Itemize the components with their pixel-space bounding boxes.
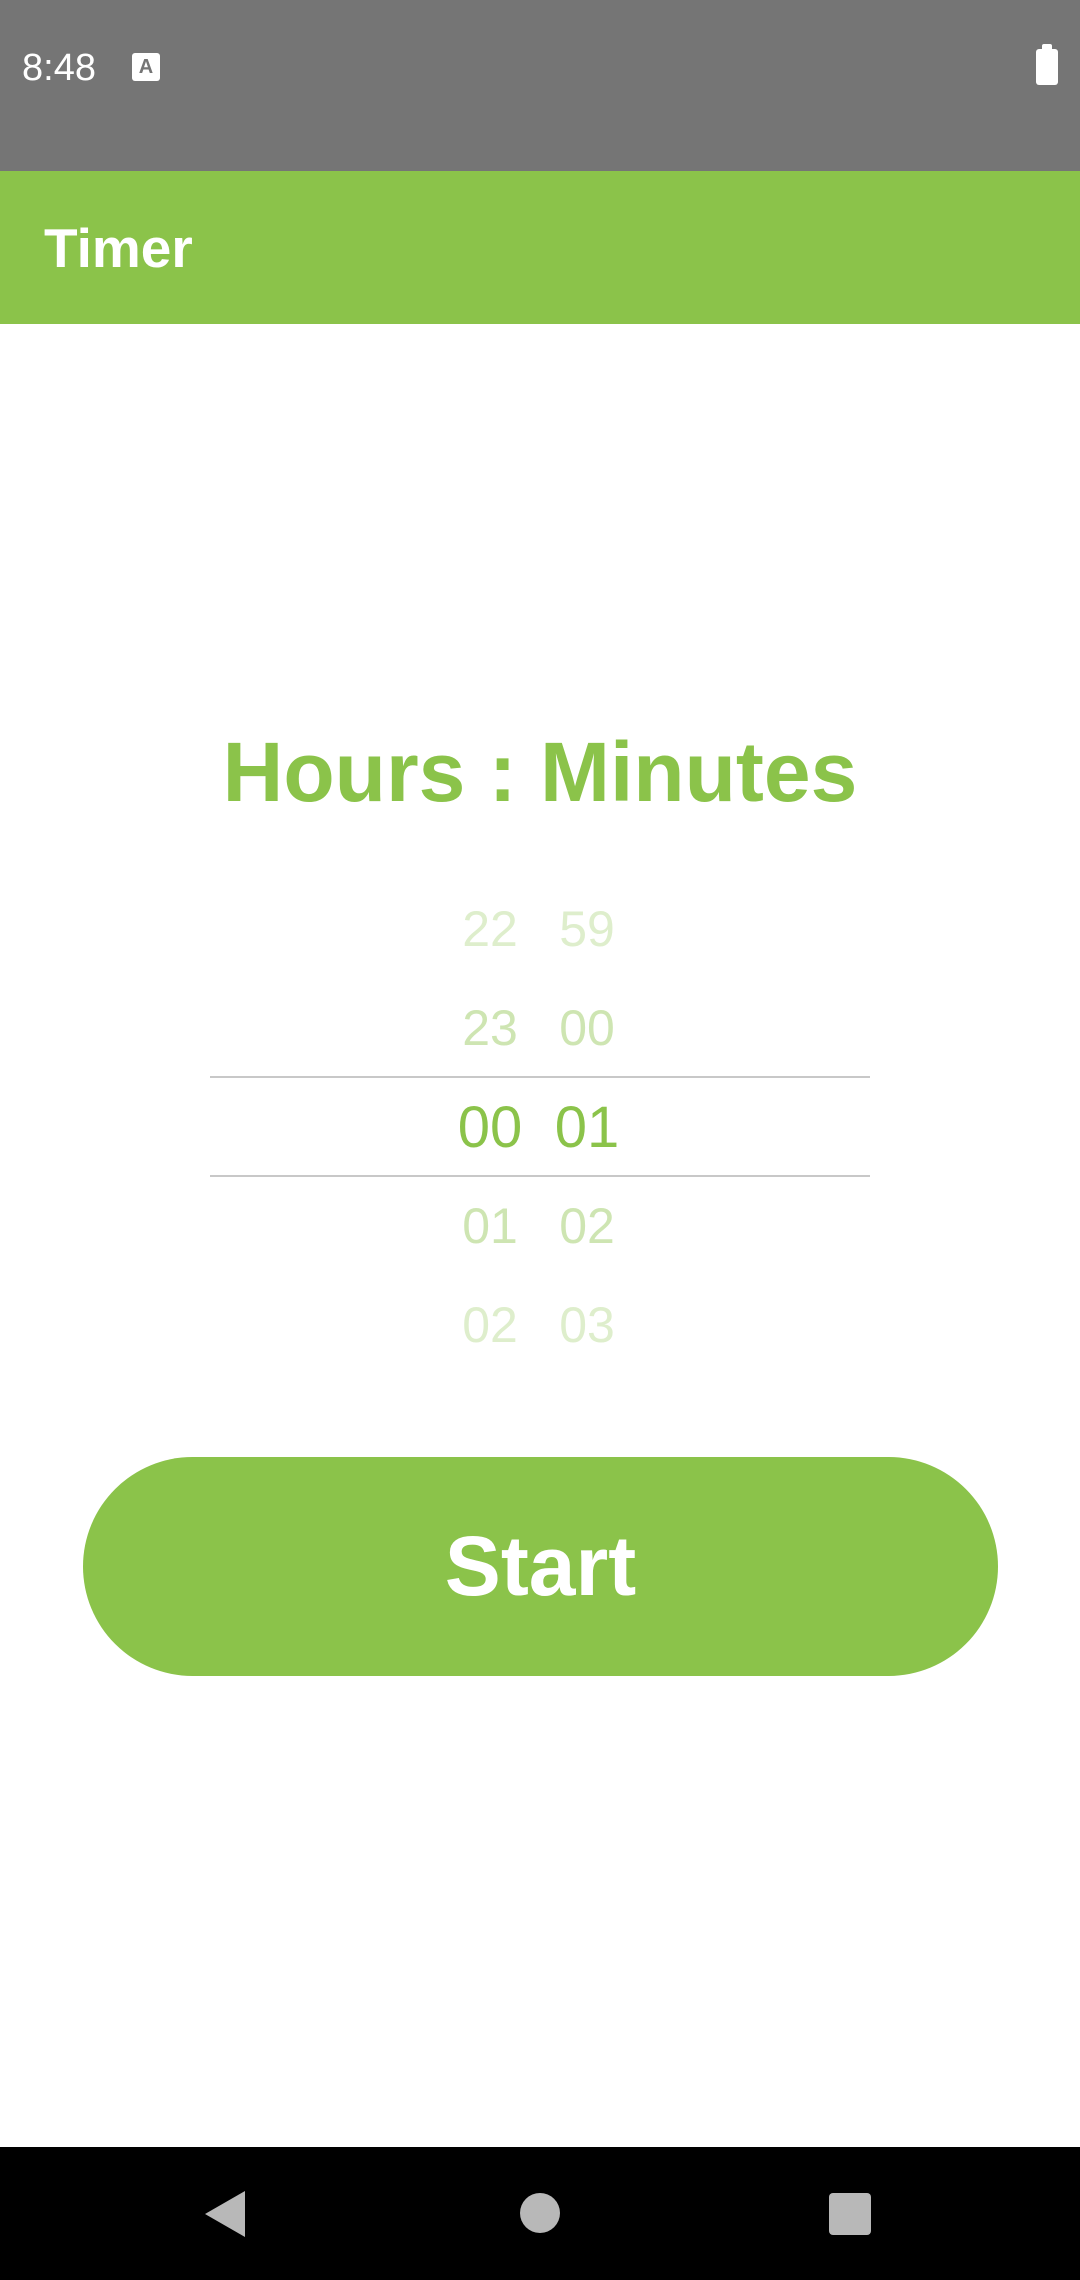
recents-icon[interactable] — [829, 2193, 871, 2235]
picker-row: 23 00 — [210, 979, 870, 1078]
navigation-bar — [0, 2147, 1080, 2280]
minutes-option[interactable]: 02 — [527, 1177, 647, 1276]
picker-selected-row: 00 01 — [210, 1078, 870, 1177]
minutes-option[interactable]: 59 — [527, 880, 647, 979]
battery-full-icon — [1036, 44, 1058, 85]
picker-heading: Hours : Minutes — [222, 725, 858, 819]
picker-row: 01 02 — [210, 1177, 870, 1276]
picker-row: 22 59 — [210, 880, 870, 979]
back-icon[interactable] — [205, 2191, 245, 2237]
picker-row: 02 03 — [210, 1276, 870, 1375]
minutes-selected-value[interactable]: 01 — [527, 1078, 647, 1177]
keyboard-notification-icon: A — [132, 53, 160, 81]
home-icon[interactable] — [520, 2193, 560, 2233]
status-time: 8:48 — [22, 47, 96, 89]
status-bar: 8:48 A — [0, 0, 1080, 171]
app-title: Timer — [44, 217, 193, 279]
minutes-option[interactable]: 00 — [527, 979, 647, 1078]
minutes-option[interactable]: 03 — [527, 1276, 647, 1375]
app-bar: Timer — [0, 171, 1080, 324]
time-picker[interactable]: 22 59 23 00 00 01 01 02 02 03 — [210, 880, 870, 1380]
start-button[interactable]: Start — [83, 1457, 998, 1676]
